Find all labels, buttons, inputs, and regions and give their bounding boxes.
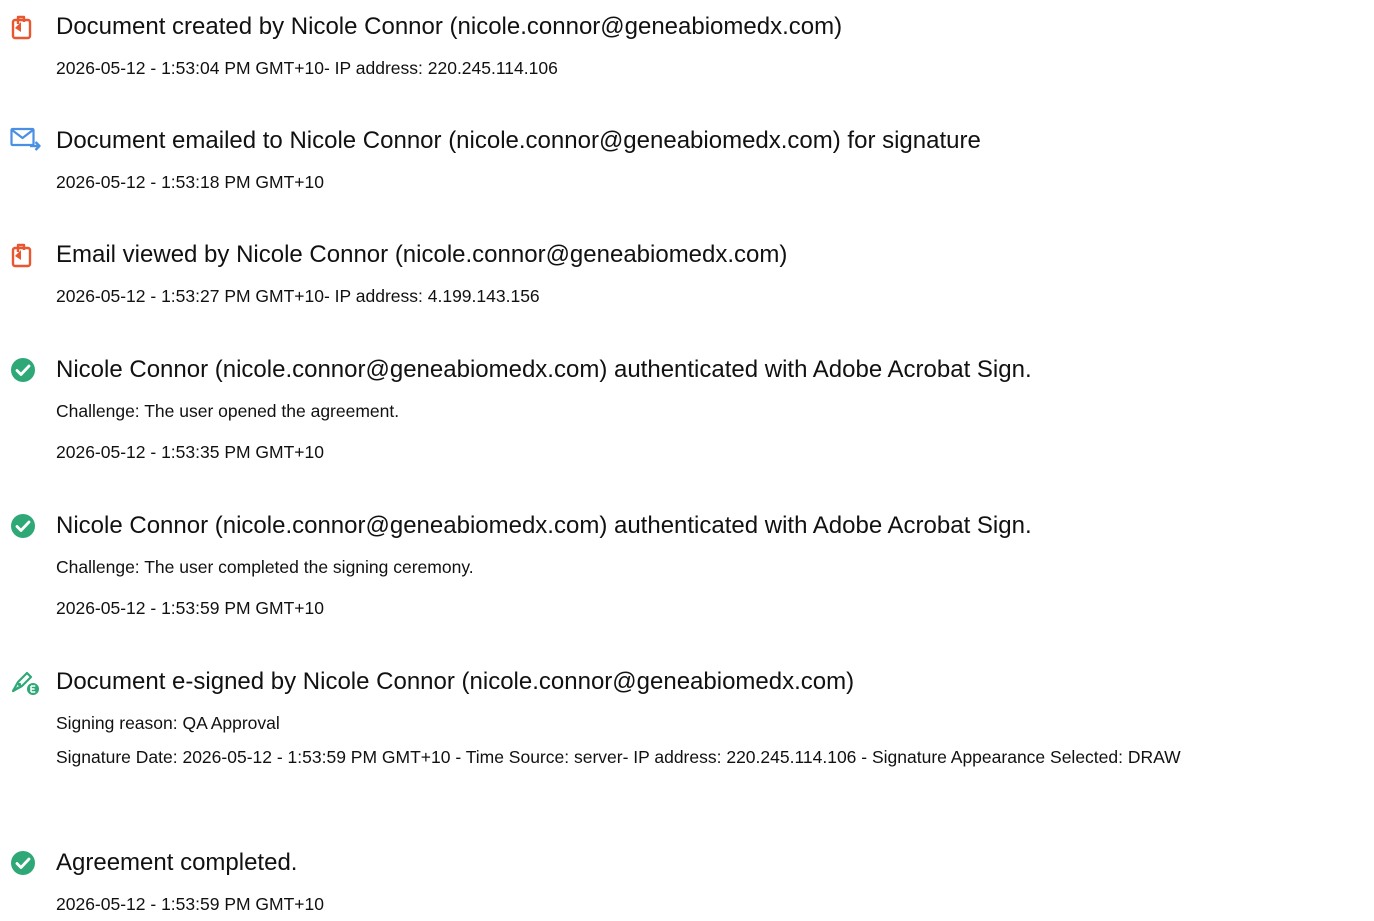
event-timestamp: 2026-05-12 - 1:53:18 PM GMT+10 <box>56 172 324 192</box>
event-title: Document created by Nicole Connor (nicol… <box>56 13 843 40</box>
email-sent-icon <box>10 127 41 151</box>
document-viewed-icon <box>11 243 32 268</box>
event-timestamp: 2026-05-12 - 1:53:59 PM GMT+10 <box>56 894 324 914</box>
event-title: Document e-signed by Nicole Connor (nico… <box>56 668 855 695</box>
check-circle-icon <box>11 851 35 875</box>
check-circle-icon <box>11 514 35 538</box>
event-timestamp: 2026-05-12 - 1:53:59 PM GMT+10 <box>56 598 324 618</box>
event-timestamp: 2026-05-12 - 1:53:04 PM GMT+10- IP addre… <box>56 58 558 78</box>
event-timestamp: 2026-05-12 - 1:53:35 PM GMT+10 <box>56 442 324 462</box>
event-title: Email viewed by Nicole Connor (nicole.co… <box>56 241 788 268</box>
document-created-icon <box>11 15 32 40</box>
event-challenge: Challenge: The user opened the agreement… <box>56 401 400 421</box>
event-challenge: Challenge: The user completed the signin… <box>56 557 474 577</box>
e-signature-pen-icon <box>11 671 39 695</box>
event-timestamp: 2026-05-12 - 1:53:27 PM GMT+10- IP addre… <box>56 286 540 306</box>
event-title: Nicole Connor (nicole.connor@geneabiomed… <box>56 512 1032 539</box>
event-title: Agreement completed. <box>56 849 298 876</box>
event-signature-details: Signature Date: 2026-05-12 - 1:53:59 PM … <box>56 747 1181 767</box>
event-title: Nicole Connor (nicole.connor@geneabiomed… <box>56 356 1032 383</box>
check-circle-icon <box>11 358 35 382</box>
event-title: Document emailed to Nicole Connor (nicol… <box>56 127 981 154</box>
event-signing-reason: Signing reason: QA Approval <box>56 713 280 733</box>
